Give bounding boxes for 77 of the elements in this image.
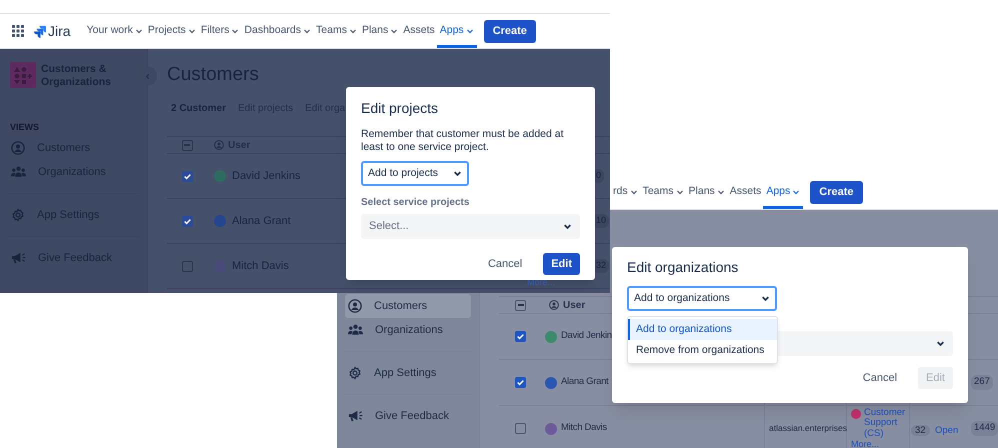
nav-item[interactable]: Dashboards [244,14,312,48]
caret-icon [716,188,725,196]
person-icon [348,299,362,313]
nav-item[interactable]: Assets [730,175,762,209]
people-icon [11,165,26,179]
checkbox[interactable] [515,331,526,342]
nav-item[interactable]: Filters [200,14,240,48]
chevron-down-icon [563,222,572,231]
gear-icon [348,366,362,380]
nav-item[interactable]: Plans [688,175,725,209]
user-name[interactable]: David Jenkin [561,329,612,344]
field-label: Select service projects [361,196,470,210]
sidebar-item[interactable]: Give Feedback [345,404,471,428]
dialog-description: Remember that customer must be added at least to one service project. [361,128,565,154]
chevron-down-icon [761,294,770,303]
edit-button[interactable]: Edit [543,253,580,275]
caret-icon [231,27,240,35]
checkbox[interactable] [182,216,192,226]
caret-icon [348,27,357,35]
select-all-checkbox[interactable] [182,140,192,150]
sidebar-item[interactable]: Customers [345,294,471,318]
chevron-left-icon [144,72,150,80]
gear-icon [11,208,25,222]
count-badge: 32 [911,424,930,436]
checkbox[interactable] [515,377,526,388]
total-badge: 267 [971,375,993,390]
menu-option[interactable]: Remove from organizations [628,340,777,361]
action-select[interactable]: Add to organizations [627,286,777,311]
nav-item[interactable]: Projects [148,14,196,48]
dialog-title: Edit projects [361,99,440,118]
app-grid-icon[interactable] [12,25,24,37]
select-field[interactable]: Select... [361,214,580,239]
checkbox[interactable] [182,260,192,272]
caret-icon [466,27,474,35]
megaphone-icon [348,409,363,423]
nav-item[interactable]: rds [613,175,638,209]
nav-item[interactable]: Apps [766,175,800,209]
sidebar-item[interactable]: App Settings [345,361,471,385]
nav-item[interactable]: Assets [403,14,435,48]
megaphone-icon [11,251,26,265]
user-name[interactable]: Mitch Davis [561,421,607,436]
product-name: Jira [48,22,71,40]
nav-item[interactable]: Teams [316,14,357,48]
create-button[interactable]: Create [484,20,536,42]
user-name[interactable]: Alana Grant [561,375,608,390]
action-select[interactable]: Add to projects [361,161,469,186]
person-icon [549,300,559,310]
people-icon [348,323,363,337]
nav-item[interactable]: Plans [362,14,398,48]
checkbox[interactable] [515,423,526,434]
chevron-down-icon [453,169,462,178]
caret-icon [134,27,143,35]
caret-icon [188,27,196,35]
person-icon [11,141,25,155]
select-all-checkbox[interactable] [515,300,526,310]
caret-icon [792,188,800,196]
app-logo-icon [10,62,36,88]
cancel-button[interactable]: Cancel [854,367,906,389]
logo-icon [33,24,46,38]
nav-item[interactable]: Teams [642,175,684,209]
nav-item[interactable]: Apps [440,14,474,48]
dialog-title: Edit organizations [627,258,740,277]
total-badge: 1449 [971,421,998,436]
create-button[interactable]: Create [810,180,862,204]
menu-option[interactable]: Add to organizations [628,319,777,340]
caret-icon [676,188,684,196]
caret-icon [390,27,398,35]
caret-icon [303,27,312,35]
chevron-down-icon [936,339,945,348]
cancel-button[interactable]: Cancel [480,253,530,275]
checkbox[interactable] [182,170,192,182]
column-header: User [563,298,586,312]
domain-text: atlassian.enterprises [769,422,847,435]
caret-icon [630,188,638,196]
person-icon [214,140,224,150]
sidebar-item[interactable]: Organizations [345,318,471,342]
nav-item[interactable]: Your work [86,14,143,48]
